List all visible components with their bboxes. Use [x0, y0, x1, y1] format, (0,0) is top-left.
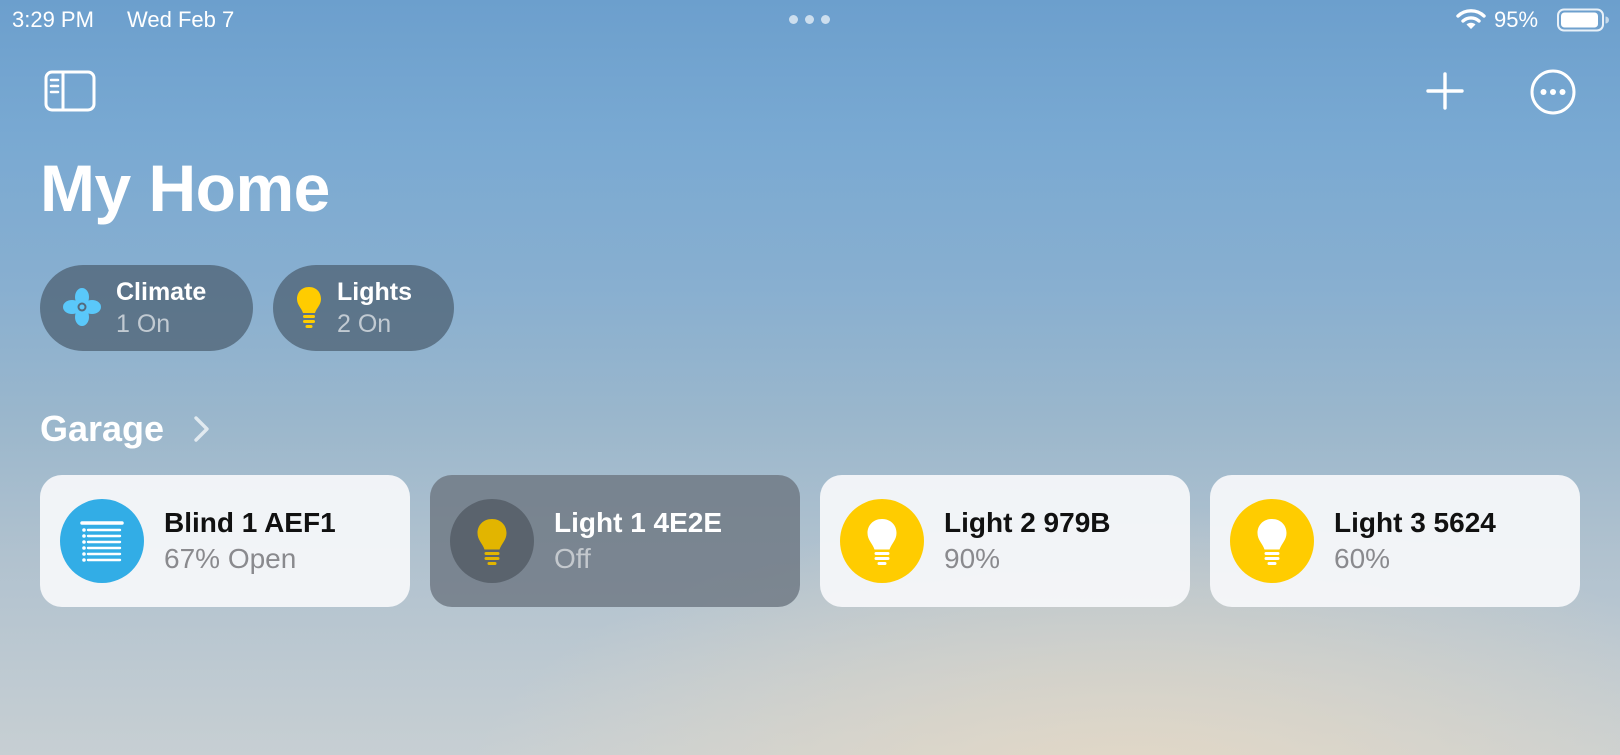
blinds-icon-circle: [60, 499, 144, 583]
accessory-name: Light 1 4E2E: [554, 507, 723, 538]
accessory-status: Off: [554, 543, 591, 574]
climate-summary-button[interactable]: Climate 1 On: [40, 265, 253, 351]
accessory-status: 60%: [1334, 543, 1391, 574]
lights-summary-status: 2 On: [337, 310, 392, 338]
lightbulb-icon: [1257, 519, 1287, 565]
climate-summary-title: Climate: [116, 278, 207, 306]
accessory-status: 67% Open: [164, 543, 297, 574]
accessory-name: Light 3 5624: [1334, 507, 1496, 538]
lights-summary-button[interactable]: Lights 2 On: [273, 265, 454, 351]
room-header-garage[interactable]: Garage: [40, 408, 209, 452]
lightbulb-icon: [477, 519, 507, 565]
accessory-tile-light-1[interactable]: Light 1 4E2E Off: [430, 475, 800, 607]
fan-icon: [63, 288, 101, 326]
status-time: 3:29 PM: [12, 7, 94, 32]
accessory-tile-blind-1[interactable]: Blind 1 AEF1 67% Open: [40, 475, 410, 607]
multitasking-dots-icon[interactable]: [789, 15, 833, 25]
accessory-status: 90%: [944, 543, 1001, 574]
lightbulb-icon: [867, 519, 897, 565]
lights-summary-title: Lights: [337, 278, 412, 306]
more-options-button[interactable]: [1529, 68, 1577, 116]
lightbulb-icon-circle: [450, 499, 534, 583]
status-bar: 3:29 PM Wed Feb 7 95%: [0, 0, 1620, 40]
status-date: Wed Feb 7: [127, 7, 235, 32]
climate-summary-status: 1 On: [116, 310, 171, 338]
battery-percentage: 95%: [1494, 7, 1539, 32]
battery-icon: [1557, 8, 1609, 32]
lightbulb-icon: [297, 287, 321, 328]
lightbulb-icon-circle: [1230, 499, 1314, 583]
room-title: Garage: [40, 408, 165, 449]
sidebar-toggle-icon[interactable]: [44, 70, 96, 112]
page-title: My Home: [40, 151, 330, 225]
accessory-name: Blind 1 AEF1: [164, 507, 336, 538]
add-accessory-button[interactable]: [1424, 70, 1466, 112]
wifi-icon: [1456, 9, 1486, 29]
accessory-name: Light 2 979B: [944, 507, 1111, 538]
accessory-tile-light-2[interactable]: Light 2 979B 90%: [820, 475, 1190, 607]
lightbulb-icon-circle: [840, 499, 924, 583]
chevron-right-icon: [194, 416, 209, 442]
blinds-icon: [80, 521, 124, 562]
accessory-tile-light-3[interactable]: Light 3 5624 60%: [1210, 475, 1580, 607]
